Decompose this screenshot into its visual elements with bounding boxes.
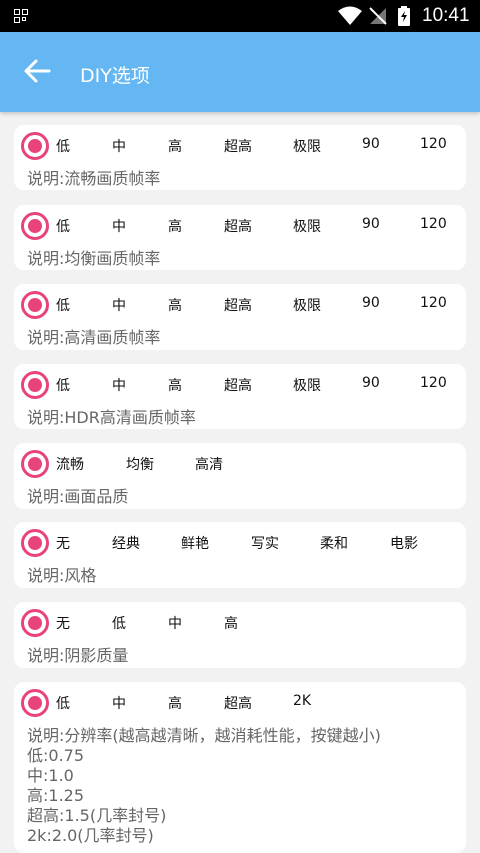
option-card-shadow: 无 低 中 高 说明:阴影质量 [14, 602, 466, 668]
radio-selected-icon[interactable] [21, 450, 49, 478]
option-extreme[interactable]: 极限 [293, 295, 321, 315]
option-2k[interactable]: 2K [293, 693, 311, 709]
option-classic[interactable]: 经典 [112, 533, 140, 553]
card-description: 说明:均衡画质帧率 [27, 249, 161, 268]
card-description: 说明:画面品质 [27, 487, 129, 506]
option-vivid[interactable]: 鲜艳 [181, 533, 209, 553]
option-hd[interactable]: 高清 [195, 454, 223, 474]
status-bar: 10:41 [0, 0, 480, 32]
option-card-resolution: 低 中 高 超高 2K 说明:分辨率(越高越清晰，越消耗性能，按键越小) 低:0… [14, 682, 466, 853]
option-ultra[interactable]: 超高 [224, 136, 252, 156]
option-card-quality: 流畅 均衡 高清 说明:画面品质 [14, 443, 466, 509]
option-none[interactable]: 无 [56, 533, 70, 553]
option-card-hdr-fps: 低 中 高 超高 极限 90 120 说明:HDR高清画质帧率 [14, 364, 466, 429]
option-90[interactable]: 90 [362, 136, 380, 152]
option-high[interactable]: 高 [168, 375, 182, 395]
option-low[interactable]: 低 [56, 295, 70, 315]
option-120[interactable]: 120 [420, 375, 447, 391]
radio-selected-icon[interactable] [21, 291, 49, 319]
option-mid[interactable]: 中 [112, 295, 126, 315]
card-description: 说明:流畅画质帧率 [27, 169, 161, 188]
clock: 10:41 [422, 5, 470, 26]
radio-selected-icon[interactable] [21, 132, 49, 160]
option-90[interactable]: 90 [362, 216, 380, 232]
option-120[interactable]: 120 [420, 136, 447, 152]
option-soft[interactable]: 柔和 [320, 533, 348, 553]
option-extreme[interactable]: 极限 [293, 136, 321, 156]
option-mid[interactable]: 中 [112, 375, 126, 395]
app-bar: DIY选项 [0, 32, 480, 112]
option-smooth[interactable]: 流畅 [56, 454, 84, 474]
card-description: 说明:阴影质量 [27, 646, 129, 665]
battery-icon [398, 6, 410, 26]
option-cinema[interactable]: 电影 [390, 533, 418, 553]
option-ultra[interactable]: 超高 [224, 693, 252, 713]
option-extreme[interactable]: 极限 [293, 216, 321, 236]
option-high[interactable]: 高 [168, 295, 182, 315]
option-high[interactable]: 高 [168, 693, 182, 713]
option-low[interactable]: 低 [112, 613, 126, 633]
card-description: 说明:高清画质帧率 [27, 328, 161, 347]
option-realistic[interactable]: 写实 [251, 533, 279, 553]
radio-selected-icon[interactable] [21, 212, 49, 240]
radio-selected-icon[interactable] [21, 609, 49, 637]
card-description: 说明:HDR高清画质帧率 [27, 408, 196, 427]
page-title: DIY选项 [80, 65, 150, 87]
radio-selected-icon[interactable] [21, 689, 49, 717]
card-description: 说明:分辨率(越高越清晰，越消耗性能，按键越小) 低:0.75 中:1.0 高:… [27, 726, 381, 845]
option-card-style: 无 经典 鲜艳 写实 柔和 电影 说明:风格 [14, 522, 466, 588]
notification-icon [14, 9, 28, 23]
option-low[interactable]: 低 [56, 693, 70, 713]
option-high[interactable]: 高 [224, 613, 238, 633]
option-mid[interactable]: 中 [168, 613, 182, 633]
option-high[interactable]: 高 [168, 136, 182, 156]
option-card-balanced-fps: 低 中 高 超高 极限 90 120 说明:均衡画质帧率 [14, 205, 466, 270]
wifi-icon [338, 6, 362, 25]
option-90[interactable]: 90 [362, 295, 380, 311]
option-balanced[interactable]: 均衡 [126, 454, 154, 474]
option-120[interactable]: 120 [420, 295, 447, 311]
option-mid[interactable]: 中 [112, 693, 126, 713]
card-description: 说明:风格 [27, 566, 97, 585]
option-mid[interactable]: 中 [112, 136, 126, 156]
option-120[interactable]: 120 [420, 216, 447, 232]
option-low[interactable]: 低 [56, 136, 70, 156]
no-sim-icon [369, 7, 387, 25]
option-ultra[interactable]: 超高 [224, 216, 252, 236]
radio-selected-icon[interactable] [21, 529, 49, 557]
option-extreme[interactable]: 极限 [293, 375, 321, 395]
option-low[interactable]: 低 [56, 375, 70, 395]
option-ultra[interactable]: 超高 [224, 375, 252, 395]
arrow-left-icon[interactable] [22, 56, 52, 86]
option-card-fluency-fps: 低 中 高 超高 极限 90 120 说明:流畅画质帧率 [14, 125, 466, 190]
option-none[interactable]: 无 [56, 613, 70, 633]
option-low[interactable]: 低 [56, 216, 70, 236]
option-high[interactable]: 高 [168, 216, 182, 236]
radio-selected-icon[interactable] [21, 371, 49, 399]
option-mid[interactable]: 中 [112, 216, 126, 236]
option-card-hd-fps: 低 中 高 超高 极限 90 120 说明:高清画质帧率 [14, 284, 466, 350]
option-ultra[interactable]: 超高 [224, 295, 252, 315]
option-90[interactable]: 90 [362, 375, 380, 391]
